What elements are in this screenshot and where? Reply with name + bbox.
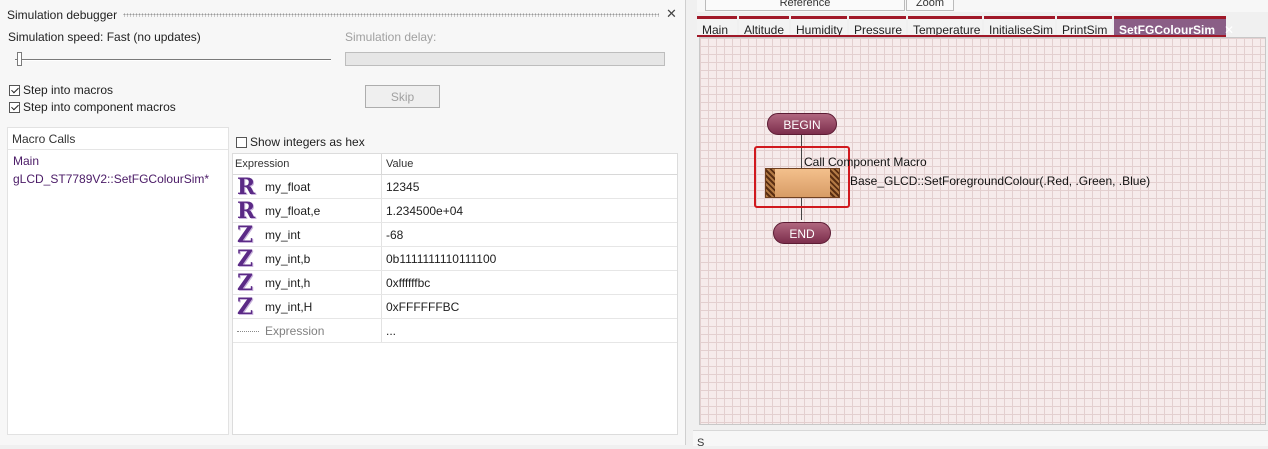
expression-cell: my_int,H xyxy=(265,300,313,314)
panel-title: Simulation debugger xyxy=(7,8,118,22)
simulation-delay-label: Simulation delay: xyxy=(345,30,437,44)
macro-call-item-main[interactable]: Main xyxy=(13,154,39,168)
call-component-macro-label: Call Component Macro xyxy=(804,155,927,169)
value-cell: 0xffffffbc xyxy=(386,276,431,290)
macro-calls-list: Macro Calls Main gLCD_ST7789V2::SetFGCol… xyxy=(7,127,229,435)
value-cell: 0b1111111110111100 xyxy=(386,252,497,266)
component-macro-icon[interactable] xyxy=(765,168,840,198)
column-header-value[interactable]: Value xyxy=(382,154,677,175)
integer-type-icon: Z xyxy=(237,294,254,320)
macro-calls-header: Macro Calls xyxy=(8,128,228,150)
show-integers-as-hex-label: Show integers as hex xyxy=(250,135,365,149)
checkbox-checked-icon[interactable] xyxy=(9,84,20,96)
real-type-icon: R xyxy=(237,174,256,200)
tab-temperature[interactable]: Temperature xyxy=(908,16,982,37)
real-type-icon: R xyxy=(237,198,256,224)
expression-cell: my_float xyxy=(265,180,311,194)
macro-call-item-setfgcoloursim[interactable]: gLCD_ST7789V2::SetFGColourSim* xyxy=(13,172,209,186)
new-value-cell: ... xyxy=(386,324,397,338)
checkbox-unchecked-icon[interactable] xyxy=(236,136,247,148)
integer-type-icon: Z xyxy=(237,270,254,296)
table-row[interactable]: Z my_int,H 0xFFFFFFBC xyxy=(233,295,677,319)
tab-setfgcoloursim[interactable]: SetFGColourSim ✕ xyxy=(1114,16,1234,37)
close-icon[interactable]: ✕ xyxy=(666,6,677,22)
tab-main[interactable]: Main xyxy=(697,16,737,37)
step-into-macros-checkbox[interactable]: Step into macros xyxy=(9,83,113,97)
macro-hatch-left xyxy=(766,169,775,197)
integer-type-icon: Z xyxy=(237,222,254,248)
simulation-delay-slider[interactable] xyxy=(345,52,665,66)
tab-initialisesim[interactable]: InitialiseSim xyxy=(984,16,1055,37)
value-cell: 0xFFFFFFBC xyxy=(386,300,460,314)
flowchart-tabs: Main Altitude Humidity Pressure Temperat… xyxy=(697,16,1268,37)
panel-title-grip[interactable] xyxy=(123,13,659,17)
tab-humidity[interactable]: Humidity xyxy=(791,16,847,37)
table-row[interactable]: R my_float 12345 xyxy=(233,175,677,199)
value-cell: 1.234500e+04 xyxy=(386,204,464,218)
expression-cell: my_int,h xyxy=(265,276,311,290)
new-expression-placeholder[interactable]: Expression xyxy=(265,319,324,343)
macro-call-text: Base_GLCD::SetForegroundColour(.Red, .Gr… xyxy=(850,174,1151,188)
value-cell: -68 xyxy=(386,228,404,242)
expression-cell: my_int,b xyxy=(265,252,311,266)
value-cell: 12345 xyxy=(386,180,420,194)
flowchart-canvas[interactable]: BEGIN Call Component Macro Base_GLCD::Se… xyxy=(699,37,1266,425)
zoom-group-label: Zoom xyxy=(906,0,954,11)
watch-expressions-table: Expression Value R my_float 12345 R my_f… xyxy=(232,153,678,435)
simulation-speed-slider[interactable] xyxy=(15,59,331,61)
expression-cell: my_float,e xyxy=(265,204,321,218)
show-integers-as-hex-checkbox[interactable]: Show integers as hex xyxy=(236,135,365,149)
table-row[interactable]: Z my_int,b 0b1111111110111100 xyxy=(233,247,677,271)
tab-pressure[interactable]: Pressure xyxy=(849,16,906,37)
end-terminal[interactable]: END xyxy=(773,222,831,244)
bottom-panel-label: S xyxy=(697,437,705,449)
step-into-macros-label: Step into macros xyxy=(23,83,114,97)
simulation-debugger-panel: Simulation debugger ✕ Simulation speed: … xyxy=(0,0,686,445)
table-row[interactable]: Z my_int -68 xyxy=(233,223,677,247)
step-into-component-macros-checkbox[interactable]: Step into component macros xyxy=(9,100,176,114)
expression-cell: my_int xyxy=(265,228,301,242)
tab-printsim[interactable]: PrintSim xyxy=(1057,16,1112,37)
integer-type-icon: Z xyxy=(237,246,254,272)
checkbox-checked-icon[interactable] xyxy=(9,101,20,113)
toolbar-groups: Reference Zoom xyxy=(697,0,1268,12)
new-row-dotted-icon xyxy=(237,331,259,333)
table-row[interactable]: R my_float,e 1.234500e+04 xyxy=(233,199,677,223)
reference-group-label: Reference xyxy=(705,0,905,11)
bottom-panel xyxy=(693,430,1268,446)
column-header-expression[interactable]: Expression xyxy=(233,154,382,175)
simulation-speed-slider-thumb[interactable] xyxy=(17,52,22,66)
table-row[interactable]: Z my_int,h 0xffffffbc xyxy=(233,271,677,295)
begin-terminal[interactable]: BEGIN xyxy=(767,113,837,135)
new-expression-row[interactable]: Expression ... xyxy=(233,319,677,343)
skip-button[interactable]: Skip xyxy=(365,85,440,108)
macro-hatch-right xyxy=(830,169,839,197)
tab-altitude[interactable]: Altitude xyxy=(739,16,789,37)
simulation-speed-label: Simulation speed: Fast (no updates) xyxy=(8,30,201,44)
step-into-component-macros-label: Step into component macros xyxy=(23,100,176,114)
